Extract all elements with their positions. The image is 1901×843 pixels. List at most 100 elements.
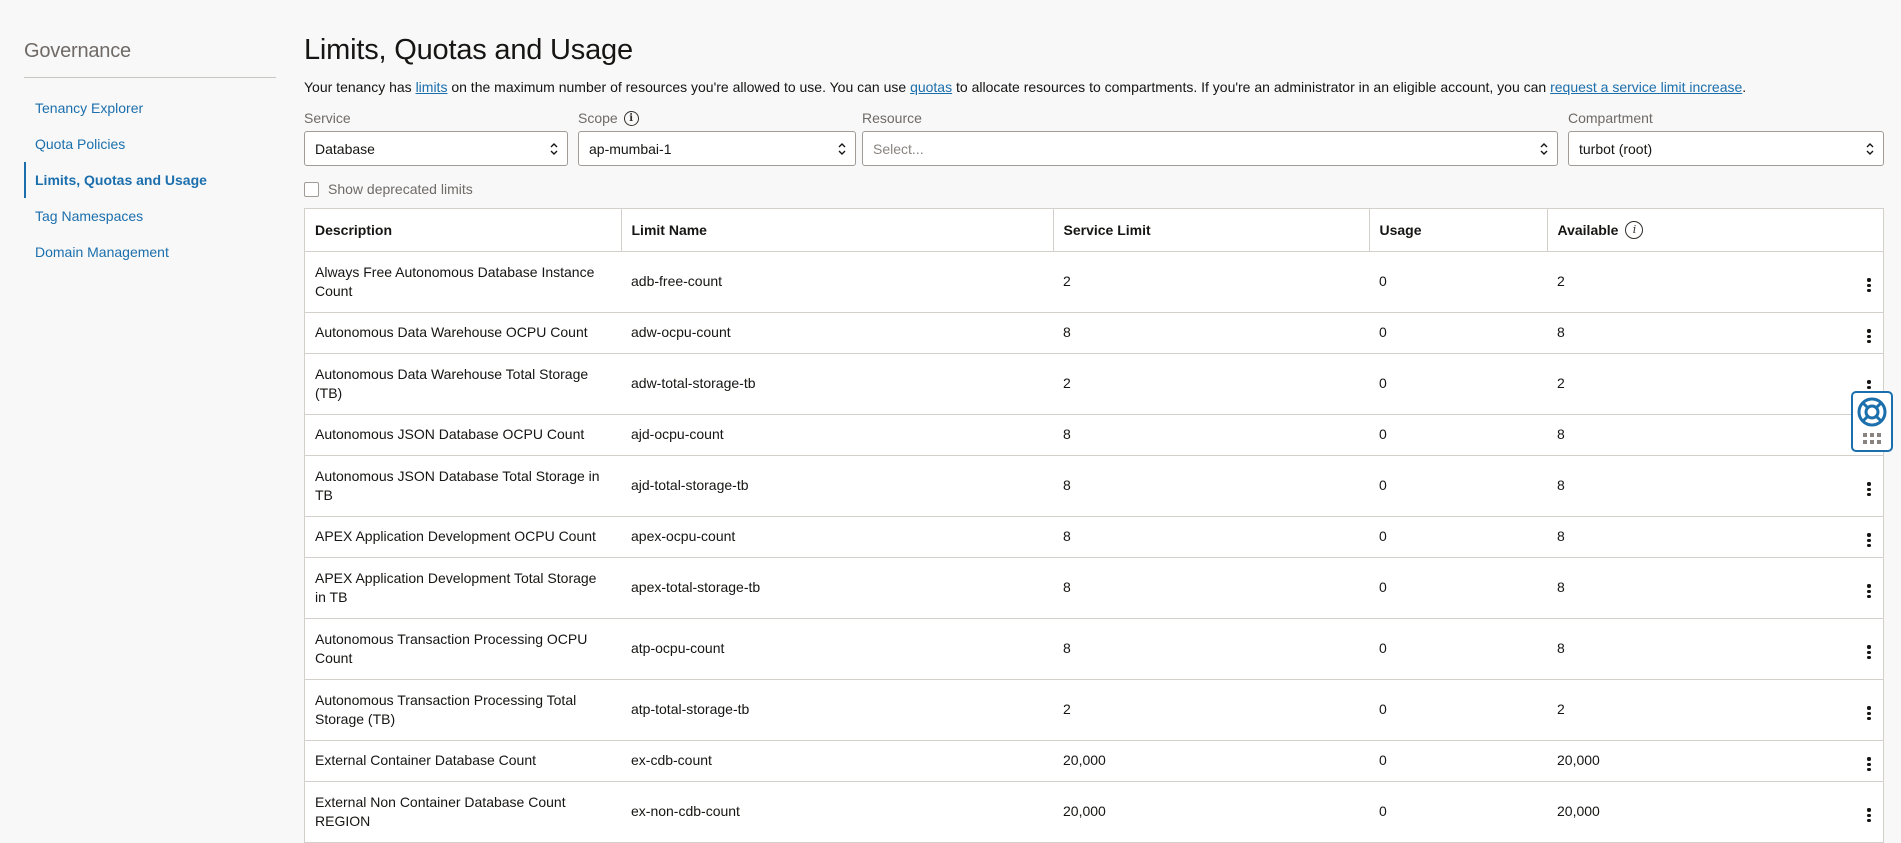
show-deprecated-row: Show deprecated limits [304,181,1884,197]
kebab-menu-icon[interactable] [1859,275,1879,295]
table-row: Autonomous Data Warehouse Total Storage … [305,353,1883,415]
cell-limit-name: ajd-ocpu-count [621,414,1053,456]
cell-description: External Container Database Count [305,740,621,782]
sidebar-item-domain-management[interactable]: Domain Management [24,234,276,270]
cell-limit-name: ajd-total-storage-tb [621,455,1053,517]
table-row: External Container Database Count ex-cdb… [305,740,1883,782]
cell-limit-name: apex-ocpu-count [621,516,1053,558]
cell-service-limit: 8 [1053,312,1369,354]
sidebar-item-tenancy-explorer[interactable]: Tenancy Explorer [24,90,276,126]
kebab-menu-icon[interactable] [1859,326,1879,346]
cell-limit-name: adw-total-storage-tb [621,353,1053,415]
cell-available: 8 [1547,557,1849,619]
cell-available: 2 [1547,251,1849,313]
cell-available: 8 [1547,516,1849,558]
service-filter: Service Database [304,109,568,166]
cell-description: Autonomous Data Warehouse OCPU Count [305,312,621,354]
cell-actions [1849,781,1883,843]
column-header-description[interactable]: Description [305,209,622,252]
cell-description: Always Free Autonomous Database Instance… [305,251,621,313]
cell-description: Autonomous JSON Database Total Storage i… [305,455,621,517]
column-header-usage[interactable]: Usage [1369,209,1548,252]
service-select-value: Database [315,140,375,157]
cell-usage: 0 [1369,455,1547,517]
up-down-chevron-icon [837,140,847,158]
service-select[interactable]: Database [304,131,568,166]
compartment-select-value: turbot (root) [1579,140,1653,157]
intro-text: on the maximum number of resources you'r… [447,79,911,95]
cell-available: 8 [1547,312,1849,354]
cell-available: 2 [1547,679,1849,741]
cell-limit-name: atp-ocpu-count [621,618,1053,680]
page-intro: Your tenancy has limits on the maximum n… [304,79,1884,95]
up-down-chevron-icon [1539,140,1549,158]
cell-usage: 0 [1369,251,1547,313]
sidebar-title: Governance [24,40,276,78]
help-widget[interactable] [1851,391,1893,452]
column-header-limit-name[interactable]: Limit Name [621,209,1054,252]
kebab-menu-icon[interactable] [1859,530,1879,550]
cell-service-limit: 8 [1053,618,1369,680]
service-label: Service [304,110,351,126]
info-icon[interactable]: i [1625,220,1644,239]
up-down-chevron-icon [549,140,559,158]
cell-available: 8 [1547,414,1849,456]
cell-actions [1849,516,1883,558]
sidebar: Governance Tenancy Explorer Quota Polici… [24,40,276,270]
column-header-available-label: Available [1557,221,1619,238]
intro-text: to allocate resources to compartments. I… [952,79,1551,95]
table-row: Autonomous Transaction Processing OCPU C… [305,618,1883,680]
table-row: External Non Container Database Count RE… [305,781,1883,843]
table-header-row: Description Limit Name Service Limit Usa… [305,209,1883,252]
kebab-menu-icon[interactable] [1859,642,1879,662]
cell-description: Autonomous Data Warehouse Total Storage … [305,353,621,415]
column-header-available[interactable]: Available i [1547,209,1883,252]
cell-available: 8 [1547,455,1849,517]
compartment-label: Compartment [1568,110,1653,126]
quotas-link[interactable]: quotas [910,79,952,95]
scope-select-value: ap-mumbai-1 [589,140,672,157]
sidebar-item-tag-namespaces[interactable]: Tag Namespaces [24,198,276,234]
kebab-menu-icon[interactable] [1859,581,1879,601]
kebab-menu-icon[interactable] [1859,754,1879,774]
limits-link[interactable]: limits [416,79,448,95]
cell-description: Autonomous JSON Database OCPU Count [305,414,621,456]
table-row: Autonomous Data Warehouse OCPU Count adw… [305,312,1883,354]
cell-limit-name: adb-free-count [621,251,1053,313]
main-content: Limits, Quotas and Usage Your tenancy ha… [304,34,1884,843]
show-deprecated-label: Show deprecated limits [328,181,473,197]
kebab-menu-icon[interactable] [1859,703,1879,723]
drag-handle-icon[interactable] [1863,433,1881,444]
sidebar-item-limits-quotas-usage[interactable]: Limits, Quotas and Usage [24,162,276,198]
cell-description: External Non Container Database Count RE… [305,781,621,843]
page-title: Limits, Quotas and Usage [304,34,633,66]
cell-description: APEX Application Development Total Stora… [305,557,621,619]
request-limit-increase-link[interactable]: request a service limit increase [1550,79,1742,95]
kebab-menu-icon[interactable] [1859,479,1879,499]
cell-usage: 0 [1369,781,1547,843]
cell-description: APEX Application Development OCPU Count [305,516,621,558]
scope-select[interactable]: ap-mumbai-1 [578,131,856,166]
cell-service-limit: 8 [1053,414,1369,456]
cell-description: Autonomous Transaction Processing Total … [305,679,621,741]
table-row: Autonomous JSON Database OCPU Count ajd-… [305,414,1883,456]
cell-service-limit: 20,000 [1053,781,1369,843]
cell-service-limit: 2 [1053,251,1369,313]
kebab-menu-icon[interactable] [1859,805,1879,825]
lifebuoy-help-icon [1857,397,1887,427]
cell-usage: 0 [1369,618,1547,680]
table-row: Autonomous Transaction Processing Total … [305,679,1883,741]
cell-limit-name: atp-total-storage-tb [621,679,1053,741]
sidebar-nav: Tenancy Explorer Quota Policies Limits, … [24,90,276,270]
compartment-select[interactable]: turbot (root) [1568,131,1884,166]
scope-filter: Scope i ap-mumbai-1 [578,109,856,166]
sidebar-item-quota-policies[interactable]: Quota Policies [24,126,276,162]
resource-select[interactable]: Select... [862,131,1558,166]
show-deprecated-checkbox[interactable] [304,181,319,197]
resource-select-placeholder: Select... [873,140,924,157]
column-header-service-limit[interactable]: Service Limit [1053,209,1370,252]
cell-available: 8 [1547,618,1849,680]
info-icon[interactable]: i [623,110,639,126]
cell-actions [1849,618,1883,680]
resource-label: Resource [862,110,922,126]
